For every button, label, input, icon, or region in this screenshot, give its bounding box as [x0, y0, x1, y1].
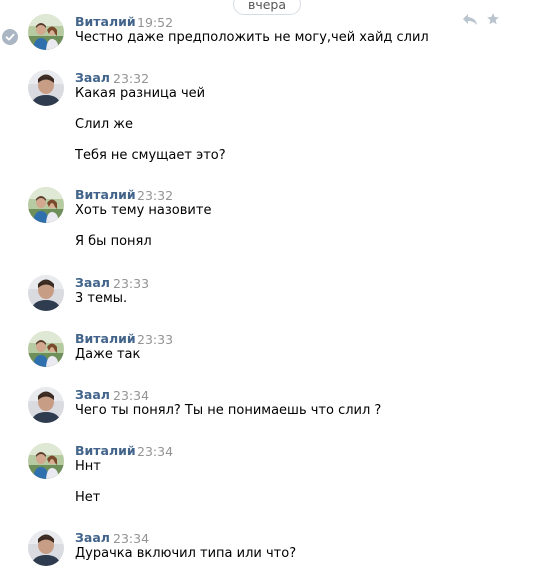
- avatar-vitaly[interactable]: [28, 331, 64, 367]
- message: Виталий 23:34 Ннт Нет: [0, 443, 539, 506]
- message-time[interactable]: 23:34: [137, 444, 173, 460]
- message-text: Честно даже предположить не могу,чей хай…: [75, 30, 429, 45]
- message: Виталий 19:52 Честно даже предположить не …: [0, 11, 539, 50]
- message: Заал 23:34 Дурачка включил типа или что?: [0, 530, 539, 566]
- message-text: Дурачка включил типа или что?: [75, 546, 297, 561]
- message-text: 3 темы.: [75, 291, 128, 306]
- author-name[interactable]: Заал: [75, 387, 110, 403]
- message: Виталий 23:33 Даже так: [0, 331, 539, 367]
- reply-icon[interactable]: [462, 12, 478, 26]
- message: Заал 23:34 Чего ты понял? Ты не понимаешь …: [0, 387, 539, 423]
- message: Заал 23:32 Какая разница чей Слил же Тебя не…: [0, 70, 539, 164]
- message-time[interactable]: 23:33: [137, 332, 173, 348]
- author-name[interactable]: Виталий: [75, 443, 136, 459]
- check-icon: [2, 29, 18, 45]
- author-name[interactable]: Виталий: [75, 187, 136, 203]
- avatar-zaal[interactable]: [28, 70, 64, 106]
- star-icon[interactable]: [486, 11, 500, 25]
- message-text: Ннт: [75, 459, 101, 474]
- message: Заал 23:33 3 темы.: [0, 275, 539, 311]
- message-text: Я бы понял: [75, 234, 152, 249]
- date-divider: вчера: [233, 0, 301, 15]
- avatar-zaal[interactable]: [28, 387, 64, 423]
- message-text: Нет: [75, 490, 101, 505]
- author-name[interactable]: Виталий: [75, 14, 136, 30]
- avatar-vitaly[interactable]: [28, 187, 64, 223]
- author-name[interactable]: Заал: [75, 275, 110, 291]
- author-name[interactable]: Виталий: [75, 331, 136, 347]
- author-name[interactable]: Заал: [75, 530, 110, 546]
- message: Виталий 23:32 Хоть тему назовите Я бы понял: [0, 187, 539, 250]
- message-text: Слил же: [75, 117, 133, 132]
- message-text: Хоть тему назовите: [75, 203, 212, 218]
- author-name[interactable]: Заал: [75, 70, 110, 86]
- message-text: Чего ты понял? Ты не понимаешь что слил …: [75, 403, 382, 418]
- avatar-vitaly[interactable]: [28, 443, 64, 479]
- avatar-zaal[interactable]: [28, 275, 64, 311]
- avatar-vitaly[interactable]: [28, 14, 64, 50]
- message-text: Какая разница чей: [75, 86, 206, 101]
- message-feed: вчера Виталий 19:52 Честно даже предположит…: [0, 0, 539, 570]
- message-text: Даже так: [75, 347, 141, 362]
- message-text: Тебя не смущает это?: [75, 148, 226, 163]
- avatar-zaal[interactable]: [28, 530, 64, 566]
